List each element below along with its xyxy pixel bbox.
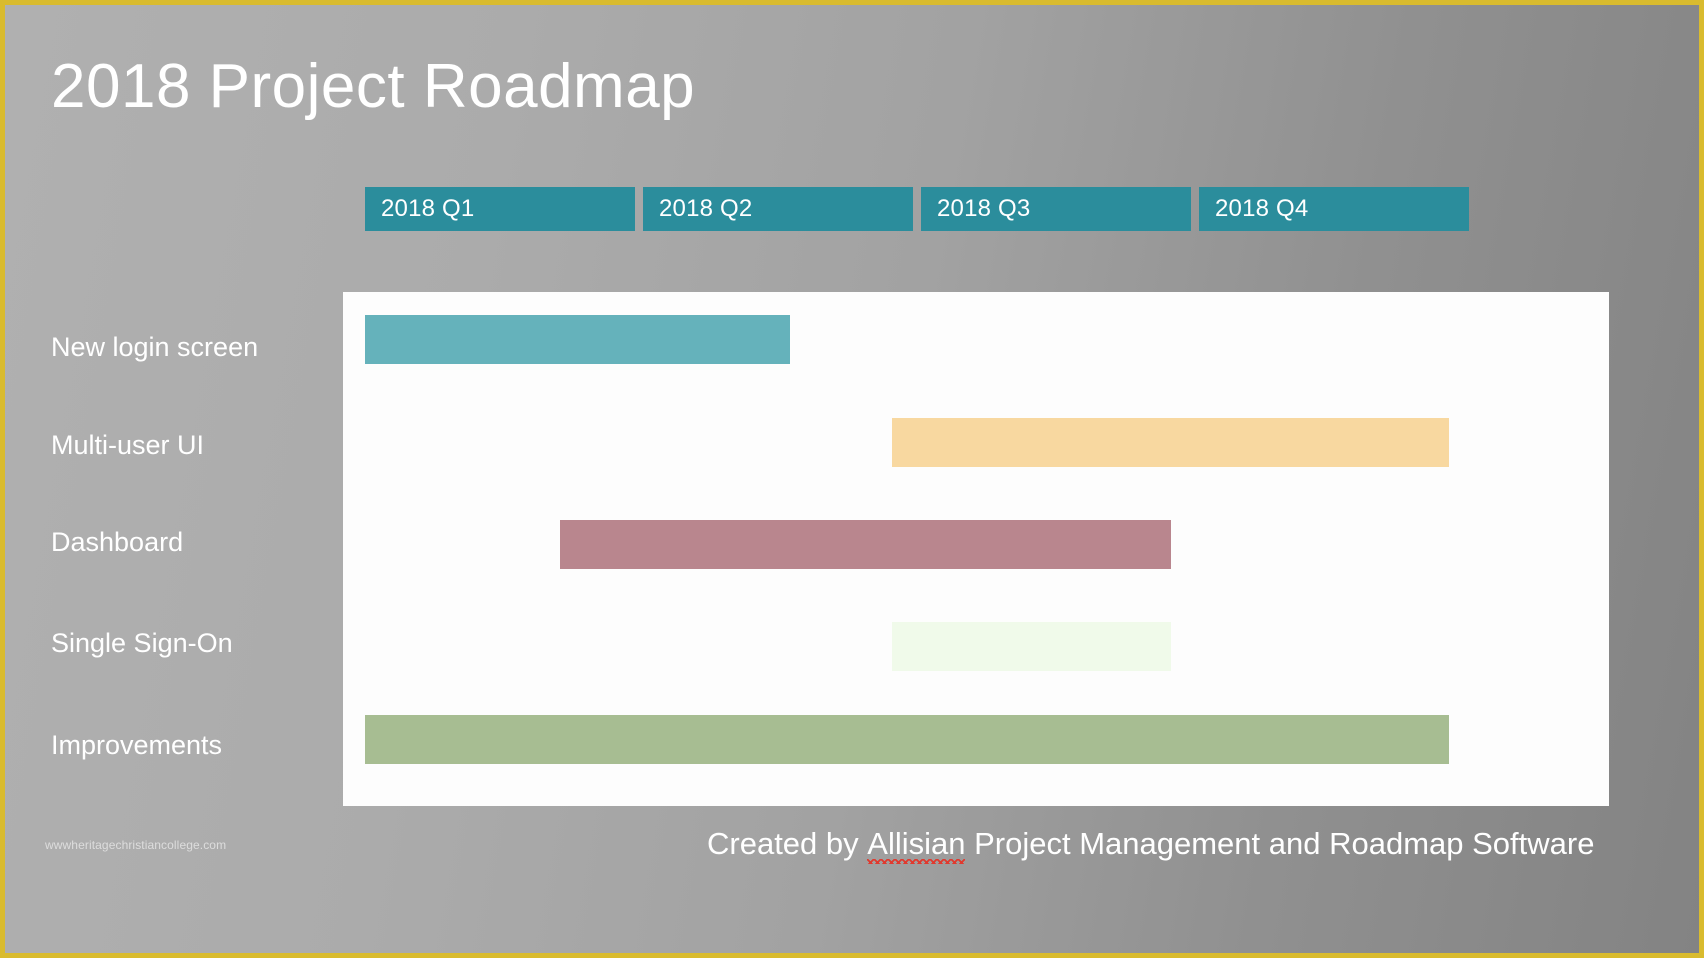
task-label-dashboard: Dashboard [51, 527, 184, 557]
watermark-url: wwwheritagechristiancollege.com [45, 838, 227, 852]
footer-credit-brand: Allisian [867, 826, 966, 864]
slide-canvas: 2018 Project Roadmap 2018 Q1 2018 Q2 201… [10, 10, 1704, 958]
gantt-bar-new-login-screen[interactable] [365, 315, 790, 364]
gantt-bar-dashboard[interactable] [560, 520, 1171, 569]
gantt-bar-single-sign-on[interactable] [892, 622, 1171, 671]
task-label-improvements: Improvements [51, 730, 223, 760]
quarter-header-q2[interactable]: 2018 Q2 [643, 187, 913, 231]
quarter-header-q1[interactable]: 2018 Q1 [365, 187, 635, 231]
gantt-bar-improvements[interactable] [365, 715, 1449, 764]
quarter-header-q4[interactable]: 2018 Q4 [1199, 187, 1469, 231]
task-label-new-login-screen: New login screen [51, 332, 259, 362]
slide-root: 2018 Project Roadmap 2018 Q1 2018 Q2 201… [0, 0, 1704, 958]
task-label-single-sign-on: Single Sign-On [51, 628, 233, 658]
page-title: 2018 Project Roadmap [51, 52, 696, 121]
footer-credit: Created by Allisian Project Management a… [707, 826, 1595, 864]
footer-credit-suffix: Project Management and Roadmap Software [965, 826, 1595, 861]
task-label-multi-user-ui: Multi-user UI [51, 430, 205, 460]
footer-credit-prefix: Created by [707, 826, 868, 861]
quarter-header-q3[interactable]: 2018 Q3 [921, 187, 1191, 231]
slide-frame: 2018 Project Roadmap 2018 Q1 2018 Q2 201… [0, 0, 1704, 958]
gantt-chart-panel [343, 292, 1609, 806]
gantt-bar-multi-user-ui[interactable] [892, 418, 1449, 467]
